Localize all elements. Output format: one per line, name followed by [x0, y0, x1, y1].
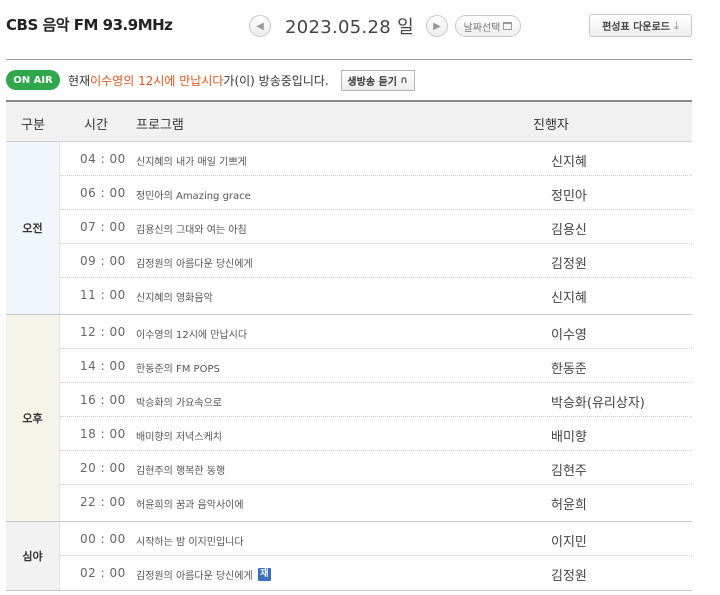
schedule-table-header: 구분 시간 프로그램 진행자	[6, 100, 692, 142]
onair-prefix: 현재	[68, 73, 91, 88]
onair-badge: ON AIR	[6, 70, 60, 90]
download-label: 편성표 다운로드	[602, 22, 670, 33]
row-program[interactable]: 배미향의 저녁스케치	[136, 428, 222, 443]
table-row[interactable]: 04 : 00 신지혜의 내가 매일 기쁘게 신지혜	[60, 142, 692, 176]
row-time: 07 : 00	[80, 220, 126, 234]
section-morning: 오전 04 : 00 신지혜의 내가 매일 기쁘게 신지혜 06 : 00 정민…	[6, 142, 692, 315]
row-host: 김현주	[551, 464, 587, 479]
row-host: 신지혜	[551, 155, 587, 170]
onair-bar: ON AIR 현재 이수영의 12시에 만납시다 가(이) 방송중입니다. 생방…	[6, 69, 415, 91]
section-label: 오후	[6, 315, 60, 521]
live-listen-label: 생방송 듣기	[347, 76, 397, 88]
download-icon: ⤓	[674, 18, 679, 32]
next-date-button[interactable]: ▶	[425, 15, 448, 37]
station-title: CBS 음악 FM 93.9MHz	[6, 16, 173, 34]
row-program[interactable]: 김현주의 행복한 동행	[136, 462, 225, 477]
live-listen-button[interactable]: 생방송 듣기 ∩	[340, 69, 415, 91]
headphone-icon: ∩	[399, 74, 409, 86]
table-row[interactable]: 14 : 00 한동준의 FM POPS 한동준	[60, 349, 692, 383]
row-host: 허윤희	[551, 498, 587, 513]
row-host: 이수영	[551, 328, 587, 343]
row-host: 박승화(유리상자)	[551, 396, 645, 411]
row-host: 김정원	[551, 257, 587, 272]
row-time: 12 : 00	[80, 325, 126, 339]
row-host: 이지민	[551, 535, 587, 550]
header-host: 진행자	[533, 118, 569, 133]
row-program[interactable]: 김정원의 아름다운 당신에게	[136, 255, 253, 270]
row-time: 06 : 00	[80, 186, 126, 200]
calendar-icon	[503, 22, 513, 30]
section-label: 오전	[6, 142, 60, 314]
table-row[interactable]: 06 : 00 정민아의 Amazing grace 정민아	[60, 176, 692, 210]
row-time: 22 : 00	[80, 495, 126, 509]
prev-date-button[interactable]: ◀	[249, 15, 271, 37]
rerun-badge: 재	[257, 568, 271, 581]
row-program[interactable]: 김정원의 아름다운 당신에게 재	[136, 567, 271, 582]
row-program-title: 김정원의 아름다운 당신에게	[136, 571, 253, 582]
section-afternoon: 오후 12 : 00 이수영의 12시에 만납시다 이수영 14 : 00 한동…	[6, 315, 692, 522]
row-host: 정민아	[551, 189, 587, 204]
current-date: 2023.05.28 일	[285, 17, 414, 38]
row-time: 02 : 00	[80, 566, 126, 580]
row-host: 김용신	[551, 223, 587, 238]
table-row[interactable]: 16 : 00 박승화의 가요속으로 박승화(유리상자)	[60, 383, 692, 417]
schedule-download-button[interactable]: 편성표 다운로드 ⤓	[589, 14, 692, 37]
table-row[interactable]: 22 : 00 허윤희의 꿈과 음악사이에 허윤희	[60, 485, 692, 519]
row-host: 배미향	[551, 430, 587, 445]
row-time: 04 : 00	[80, 152, 126, 166]
row-program[interactable]: 김용신의 그대와 여는 아침	[136, 221, 247, 236]
chevron-right-icon: ▶	[433, 20, 441, 32]
table-row[interactable]: 07 : 00 김용신의 그대와 여는 아침 김용신	[60, 210, 692, 244]
row-program[interactable]: 한동준의 FM POPS	[136, 360, 220, 375]
header-program: 프로그램	[136, 118, 184, 133]
row-host: 한동준	[551, 362, 587, 377]
row-program[interactable]: 박승화의 가요속으로	[136, 394, 222, 409]
header-time: 시간	[84, 118, 108, 133]
row-program[interactable]: 시작하는 밤 이지민입니다	[136, 533, 244, 548]
header-section: 구분	[21, 118, 45, 133]
row-time: 16 : 00	[80, 393, 126, 407]
row-time: 00 : 00	[80, 532, 126, 546]
section-late-night: 심야 00 : 00 시작하는 밤 이지민입니다 이지민 02 : 00 김정원…	[6, 522, 692, 591]
onair-program: 이수영의 12시에 만납시다	[90, 73, 224, 88]
row-time: 18 : 00	[80, 427, 126, 441]
row-program[interactable]: 허윤희의 꿈과 음악사이에	[136, 496, 244, 511]
table-row[interactable]: 12 : 00 이수영의 12시에 만납시다 이수영	[60, 315, 692, 349]
table-row[interactable]: 11 : 00 신지혜의 영화음악 신지혜	[60, 278, 692, 312]
row-time: 09 : 00	[80, 254, 126, 268]
row-program[interactable]: 정민아의 Amazing grace	[136, 187, 251, 202]
row-host: 신지혜	[551, 291, 587, 306]
row-time: 20 : 00	[80, 461, 126, 475]
onair-suffix: 가(이) 방송중입니다.	[223, 73, 329, 88]
row-program[interactable]: 신지혜의 내가 매일 기쁘게	[136, 153, 247, 168]
table-row[interactable]: 02 : 00 김정원의 아름다운 당신에게 재 김정원	[60, 556, 692, 590]
chevron-left-icon: ◀	[256, 20, 264, 32]
section-label: 심야	[6, 522, 60, 590]
table-row[interactable]: 20 : 00 김현주의 행복한 동행 김현주	[60, 451, 692, 485]
row-time: 14 : 00	[80, 359, 126, 373]
date-select-label: 날짜선택	[463, 22, 501, 34]
row-host: 김정원	[551, 569, 587, 584]
row-time: 11 : 00	[80, 288, 126, 302]
date-navigator: ◀ 2023.05.28 일 ▶ 날짜선택	[249, 13, 521, 39]
table-row[interactable]: 18 : 00 배미향의 저녁스케치 배미향	[60, 417, 692, 451]
row-program[interactable]: 이수영의 12시에 만납시다	[136, 326, 247, 341]
table-row[interactable]: 00 : 00 시작하는 밤 이지민입니다 이지민	[60, 522, 692, 556]
table-row[interactable]: 09 : 00 김정원의 아름다운 당신에게 김정원	[60, 244, 692, 278]
date-select-button[interactable]: 날짜선택	[454, 15, 521, 37]
row-program[interactable]: 신지혜의 영화음악	[136, 289, 213, 304]
top-divider	[6, 59, 692, 60]
